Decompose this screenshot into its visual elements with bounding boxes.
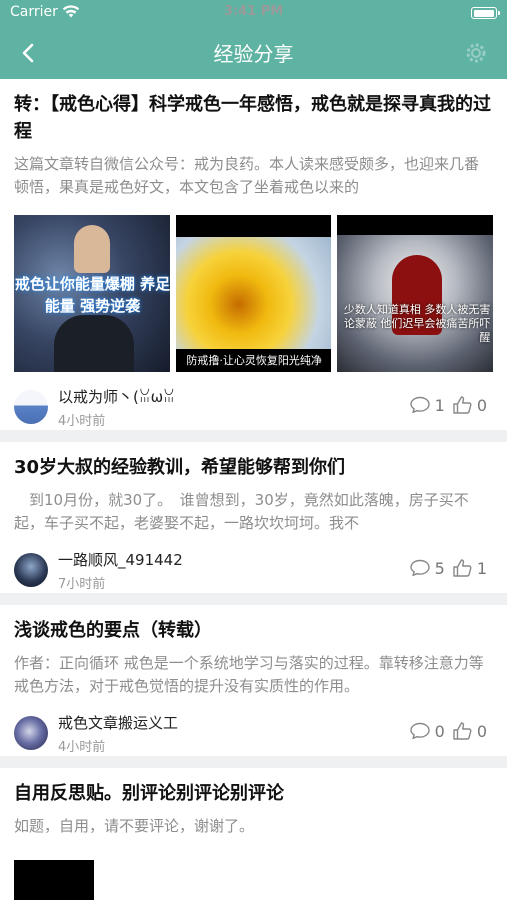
like-count: 1 [476,558,487,578]
thumbs-up-icon[interactable] [451,394,473,416]
post-feed[interactable]: 转：【戒色心得】科学戒色一年感悟，戒色就是探寻真我的过程 这篇文章转自微信公众号… [0,79,507,900]
comment-count: 5 [434,558,445,578]
speech-bubble-icon[interactable] [409,721,431,741]
like-count: 0 [476,395,487,415]
post-stats: 5 1 [409,557,493,579]
status-bar: Carrier 3:41 PM [0,0,507,26]
author-name[interactable]: 戒色文章搬运义工 [58,712,178,733]
post-excerpt: 这篇文章转自微信公众号：戒为良药。本人读来感受颇多，也迎来几番顿悟，果真是戒色好… [14,155,480,196]
navigation-bar: 经验分享 [0,26,507,79]
gear-icon [466,43,486,63]
post-card[interactable]: 浅谈戒色的要点（转载） 作者：正向循环 戒色是一个系统地学习与落实的过程。靠转移… [0,605,507,756]
image-caption: 戒色让你能量爆棚 养足能量 强势逆袭 [14,275,170,315]
avatar[interactable] [14,716,48,750]
post-time: 7小时前 [58,577,106,592]
post-time: 4小时前 [58,740,106,755]
comment-count: 1 [434,395,445,415]
page-title: 经验分享 [213,42,294,66]
post-excerpt: 到10月份，就30了。 谁曾想到，30岁，竟然如此落魄，房子买不起，车子买不起，… [14,491,469,532]
image-caption: 防戒撸·让心灵恢复阳光纯净 [186,354,322,367]
post-meta: 一路顺风_491442 7小时前 5 1 [14,543,493,593]
post-title[interactable]: 浅谈戒色的要点（转载） [14,617,493,644]
post-time: 4小时前 [58,414,106,429]
post-excerpt: 作者：正向循环 戒色是一个系统地学习与落实的过程。靠转移注意力等戒色方法，对于戒… [14,654,484,695]
post-meta: 以戒为师丶(ꈍωꈍ 4小时前 1 0 [14,380,493,430]
post-images: 戒色让你能量爆棚 养足能量 强势逆袭 防戒撸·让心灵恢复阳光纯净 少数人知道真相… [14,215,494,372]
post-meta: 戒色文章搬运义工 4小时前 0 0 [14,706,493,756]
like-count: 0 [476,721,487,741]
battery-icon [471,7,500,19]
post-title[interactable]: 自用反思贴。别评论别评论别评论 [14,780,493,807]
post-image[interactable] [14,860,94,900]
post-stats: 1 0 [409,394,493,416]
avatar[interactable] [14,390,48,424]
suit-shape [54,315,134,372]
post-excerpt: 如题，自用，请不要评论，谢谢了。 [14,817,255,835]
comment-count: 0 [434,721,445,741]
thumbs-up-icon[interactable] [451,557,473,579]
avatar[interactable] [14,553,48,587]
post-title[interactable]: 转：【戒色心得】科学戒色一年感悟，戒色就是探寻真我的过程 [14,91,493,145]
clock: 3:41 PM [223,4,284,19]
post-card[interactable]: 30岁大叔的经验教训，希望能够帮到你们 到10月份，就30了。 谁曾想到，30岁… [0,442,507,593]
author-name[interactable]: 以戒为师丶(ꈍωꈍ [58,386,175,407]
author-name[interactable]: 一路顺风_491442 [58,549,183,570]
speech-bubble-icon[interactable] [409,558,431,578]
man-figure [74,225,110,273]
sunflower-photo [175,237,332,349]
post-image[interactable]: 戒色让你能量爆棚 养足能量 强势逆袭 [14,215,170,372]
post-stats: 0 0 [409,720,493,742]
post-title[interactable]: 30岁大叔的经验教训，希望能够帮到你们 [14,454,493,481]
post-card[interactable]: 转：【戒色心得】科学戒色一年感悟，戒色就是探寻真我的过程 这篇文章转自微信公众号… [0,79,507,430]
thumbs-up-icon[interactable] [451,720,473,742]
speech-bubble-icon[interactable] [409,395,431,415]
post-image[interactable]: 防戒撸·让心灵恢复阳光纯净 [175,215,332,372]
settings-button[interactable] [463,40,489,66]
post-image[interactable]: 少数人知道真相 多数人被无害论蒙蔽 他们迟早会被痛苦所吓醒 [337,215,494,372]
image-caption: 少数人知道真相 多数人被无害论蒙蔽 他们迟早会被痛苦所吓醒 [343,303,491,344]
post-card[interactable]: 自用反思贴。别评论别评论别评论 如题，自用，请不要评论，谢谢了。 [0,768,507,900]
